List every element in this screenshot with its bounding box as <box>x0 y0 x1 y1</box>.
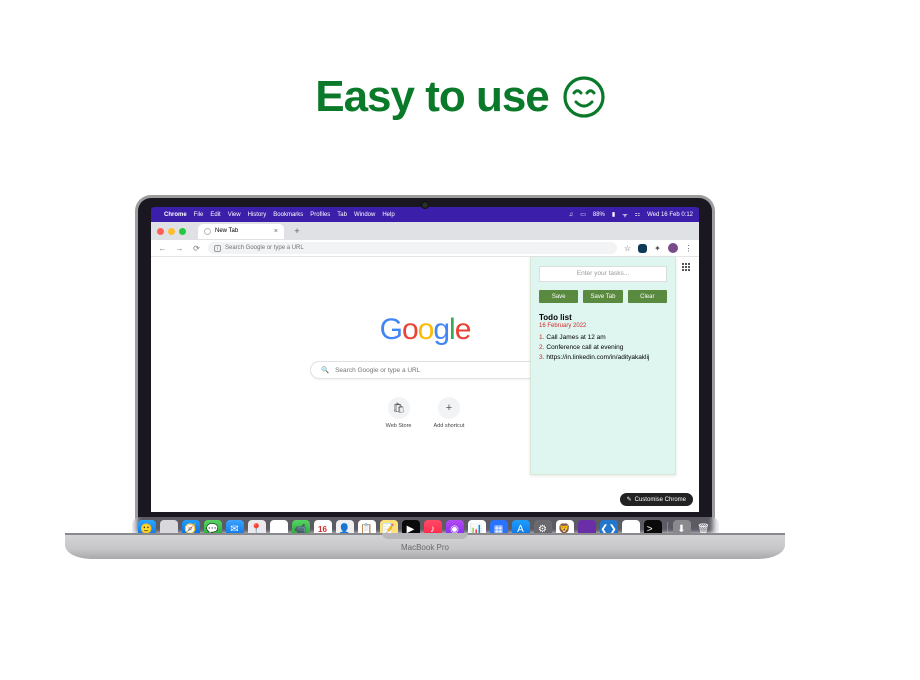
maximize-window-icon[interactable] <box>179 228 186 235</box>
google-logo: Google <box>310 313 540 347</box>
menu-profiles[interactable]: Profiles <box>310 212 330 218</box>
tab-close-icon[interactable]: × <box>274 228 278 235</box>
browser-window: New Tab × + ← → ⟳ i Search Google or typ… <box>151 222 699 512</box>
tab-strip: New Tab × + <box>151 222 699 240</box>
wifi-icon[interactable]: ᯤ <box>622 211 627 219</box>
shortcut-add-label: Add shortcut <box>434 423 465 429</box>
ntp-search-placeholder: Search Google or type a URL <box>335 367 420 374</box>
new-tab-button[interactable]: + <box>290 224 304 238</box>
extension-todo-icon[interactable] <box>638 244 647 253</box>
profile-avatar-icon[interactable] <box>668 243 678 253</box>
address-bar: ← → ⟳ i Search Google or type a URL ☆ ✦ … <box>151 240 699 257</box>
omnibox-placeholder: Search Google or type a URL <box>225 245 304 251</box>
control-center-icon[interactable]: ⚏ <box>635 211 640 218</box>
clear-button[interactable]: Clear <box>628 290 667 303</box>
pencil-icon: ✎ <box>627 496 632 503</box>
tab-title: New Tab <box>215 228 238 234</box>
list-item: 3.https://in.linkedin.com/in/adityakakli… <box>539 354 667 361</box>
tab-favicon-icon <box>204 228 211 235</box>
menu-edit[interactable]: Edit <box>210 212 220 218</box>
task-input[interactable]: Enter your tasks... <box>539 266 667 282</box>
window-controls <box>157 228 186 235</box>
menubar-app-name[interactable]: Chrome <box>164 212 187 218</box>
headphones-icon[interactable]: ♫ <box>569 212 574 218</box>
laptop-mockup: Chrome File Edit View History Bookmarks … <box>135 195 785 559</box>
laptop-base: MacBook Pro <box>65 533 785 559</box>
customize-chrome-button[interactable]: ✎ Customise Chrome <box>620 493 693 506</box>
site-info-icon[interactable]: i <box>214 245 221 252</box>
battery-pct: 88% <box>593 212 605 218</box>
nav-reload-icon[interactable]: ⟳ <box>191 244 202 253</box>
extension-popup: Enter your tasks... Save Save Tab Clear … <box>530 257 676 475</box>
screen-mirror-icon[interactable]: ▭ <box>580 211 586 218</box>
shortcut-add[interactable]: + Add shortcut <box>434 397 465 429</box>
menu-bookmarks[interactable]: Bookmarks <box>273 212 303 218</box>
macos-menubar: Chrome File Edit View History Bookmarks … <box>151 207 699 222</box>
google-apps-icon[interactable] <box>682 263 691 272</box>
battery-icon: ▮ <box>612 211 615 218</box>
list-item: 1.Call James at 12 am <box>539 334 667 341</box>
chrome-menu-icon[interactable]: ⋮ <box>684 244 693 253</box>
menu-view[interactable]: View <box>228 212 241 218</box>
close-window-icon[interactable] <box>157 228 164 235</box>
smile-relaxed-icon <box>563 76 605 118</box>
nav-forward-icon[interactable]: → <box>174 244 185 253</box>
save-tab-button[interactable]: Save Tab <box>583 290 622 303</box>
webstore-icon: 🛍 <box>388 397 410 419</box>
bookmark-star-icon[interactable]: ☆ <box>623 244 632 253</box>
ntp-searchbox[interactable]: 🔍 Search Google or type a URL <box>310 361 540 379</box>
todo-heading: Todo list <box>539 313 667 322</box>
laptop-screen: Chrome File Edit View History Bookmarks … <box>135 195 715 533</box>
menubar-datetime[interactable]: Wed 16 Feb 0:12 <box>647 212 693 218</box>
list-item: 2.Conference call at evening <box>539 344 667 351</box>
ntp-shortcuts: 🛍 Web Store + Add shortcut <box>310 397 540 429</box>
todo-date: 16 February 2022 <box>539 323 667 329</box>
minimize-window-icon[interactable] <box>168 228 175 235</box>
search-icon: 🔍 <box>321 366 329 374</box>
hero-title: Easy to use <box>0 72 920 122</box>
browser-tab[interactable]: New Tab × <box>198 224 284 239</box>
extensions-puzzle-icon[interactable]: ✦ <box>653 244 662 253</box>
hero-text: Easy to use <box>315 72 549 122</box>
plus-icon: + <box>438 397 460 419</box>
menu-window[interactable]: Window <box>354 212 375 218</box>
customize-label: Customise Chrome <box>635 497 686 503</box>
google-ntp: Google 🔍 Search Google or type a URL 🛍 W… <box>310 313 540 429</box>
laptop-model-label: MacBook Pro <box>65 543 785 552</box>
camera-icon <box>421 201 429 209</box>
shortcut-webstore[interactable]: 🛍 Web Store <box>386 397 412 429</box>
omnibox[interactable]: i Search Google or type a URL <box>208 242 617 254</box>
save-button[interactable]: Save <box>539 290 578 303</box>
menu-file[interactable]: File <box>194 212 204 218</box>
menu-tab[interactable]: Tab <box>337 212 347 218</box>
shortcut-webstore-label: Web Store <box>386 423 412 429</box>
menu-history[interactable]: History <box>248 212 267 218</box>
page-content: Images Google 🔍 Search Google or type a … <box>151 257 699 512</box>
menu-help[interactable]: Help <box>382 212 394 218</box>
nav-back-icon[interactable]: ← <box>157 244 168 253</box>
todo-list: 1.Call James at 12 am 2.Conference call … <box>539 334 667 361</box>
